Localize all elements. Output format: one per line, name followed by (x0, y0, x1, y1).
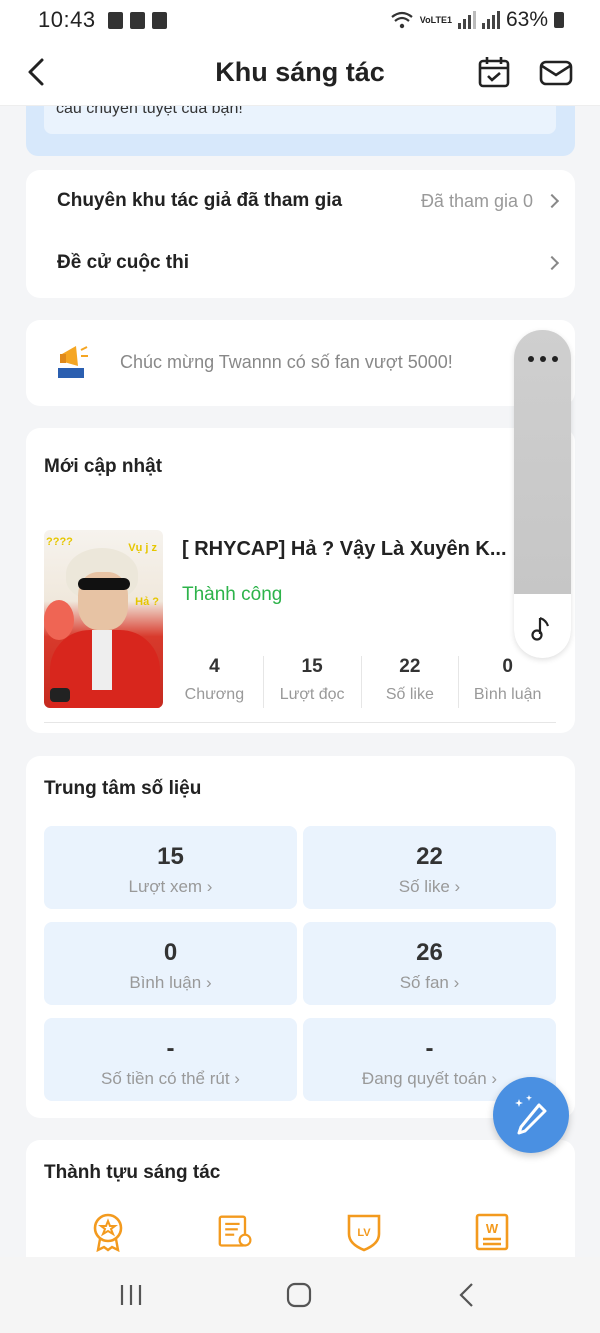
author-menu-card: Chuyên khu tác giả đã tham gia Đã tham g… (26, 170, 575, 298)
cover-text-b: Vụ j z (128, 542, 157, 554)
tile-value: - (166, 1035, 175, 1062)
volte-icon: VoLTE1 (419, 14, 452, 25)
achievements-title: Thành tựu sáng tác (44, 1162, 221, 1183)
contest-label: Đề cử cuộc thi (57, 252, 190, 273)
medal-icon[interactable] (90, 1212, 126, 1252)
tile-label: Số like › (398, 877, 461, 896)
cover-glasses (78, 578, 130, 590)
system-nav-bar (0, 1257, 600, 1333)
stat-label: Bình luận (473, 686, 542, 703)
tile-label: Lượt xem › (128, 877, 213, 896)
book-status: Thành công (182, 584, 283, 605)
cover-text-c: Hả ? (135, 596, 159, 608)
tile-value: 15 (157, 843, 184, 870)
stat-value: 4 (209, 656, 220, 677)
stat-likes: 22 Số like (362, 656, 460, 708)
calendar-check-icon[interactable] (476, 54, 512, 90)
app-header: Khu sáng tác (0, 40, 600, 106)
svg-text:LV: LV (357, 1227, 371, 1239)
book-cover[interactable]: ???? Vụ j z Hả ? (44, 530, 163, 708)
page-title: Khu sáng tác (215, 57, 385, 87)
battery-icon (554, 12, 564, 28)
banner-text: cau chuyen tuyệt của bạn! (56, 106, 243, 117)
data-center-card: Trung tâm số liệu 15 Lượt xem › 22 Số li… (26, 756, 575, 1118)
word-count-icon[interactable]: W (474, 1212, 510, 1252)
more-options-icon[interactable] (528, 356, 558, 362)
stat-chapters: 4 Chương (166, 656, 264, 708)
tile-label: Bình luận › (129, 973, 212, 992)
status-time: 10:43 (38, 7, 96, 32)
stat-value: 0 (502, 656, 513, 677)
book-stats: 4 Chương 15 Lượt đọc 22 Số like 0 Bình l… (166, 656, 556, 708)
stat-value: 15 (301, 656, 323, 677)
tile-label: Số fan › (399, 973, 460, 992)
calendar-notification-icon (151, 11, 167, 29)
banner-text-box: cau chuyen tuyệt của bạn! (44, 106, 556, 134)
music-note-icon (531, 616, 550, 641)
sim-card-icon (129, 11, 145, 29)
tile-value: 22 (416, 843, 443, 870)
cover-text-a: ???? (46, 536, 73, 548)
cover-ball (44, 600, 74, 640)
stat-comments: 0 Bình luận (459, 656, 556, 708)
checkbox-notification-icon (107, 11, 123, 29)
stat-value: 22 (399, 656, 421, 677)
stat-label: Chương (184, 686, 245, 703)
tile-withdrawable[interactable]: - Số tiền có thể rút › (44, 1018, 297, 1101)
tile-views[interactable]: 15 Lượt xem › (44, 826, 297, 909)
recent-update-card: Mới cập nhật H ???? Vụ j z Hả ? [ RHYCAP… (26, 428, 575, 733)
back-icon[interactable] (22, 54, 52, 90)
info-banner: cau chuyen tuyệt của bạn! (26, 106, 575, 156)
divider (44, 722, 556, 723)
system-back-icon[interactable] (456, 1281, 478, 1309)
signal-icon-2 (481, 11, 500, 29)
chevron-right-icon (544, 193, 560, 209)
signal-icon-1 (457, 11, 476, 29)
tile-value: - (425, 1035, 434, 1062)
svg-text:W: W (486, 1221, 499, 1236)
tile-comments[interactable]: 0 Bình luận › (44, 922, 297, 1005)
notice-text: Chúc mừng Twannn có số fan vượt 5000! (120, 352, 453, 372)
contest-row[interactable]: Đề cử cuộc thi (57, 250, 560, 276)
wifi-icon (391, 11, 413, 29)
music-button[interactable] (514, 594, 571, 658)
status-right: VoLTE1 63% (390, 8, 564, 32)
notification-icons (107, 11, 167, 29)
stat-reads: 15 Lượt đọc (264, 656, 362, 708)
battery-percent: 63% (505, 8, 548, 31)
mail-icon[interactable] (538, 56, 574, 90)
megaphone-icon (58, 346, 88, 378)
write-fab-button[interactable] (493, 1077, 569, 1153)
floating-tool-panel[interactable] (514, 330, 571, 658)
level-icon[interactable]: LV (346, 1212, 382, 1252)
recent-apps-icon[interactable] (118, 1282, 144, 1308)
status-bar: 10:43 VoLTE1 63% (0, 0, 600, 40)
chat-badge-icon (50, 688, 70, 702)
book-title[interactable]: [ RHYCAP] Hả ? Vậy Là Xuyên K... (182, 538, 507, 561)
joined-zone-label: Chuyên khu tác giả đã tham gia (57, 190, 343, 211)
stat-label: Lượt đọc (279, 686, 345, 703)
joined-zone-row[interactable]: Chuyên khu tác giả đã tham gia Đã tham g… (57, 188, 560, 214)
certificate-icon[interactable] (218, 1212, 254, 1252)
data-center-title: Trung tâm số liệu (44, 778, 202, 799)
notice-card[interactable]: Chúc mừng Twannn có số fan vượt 5000! (26, 320, 575, 406)
tile-value: 0 (163, 939, 178, 966)
stat-label: Số like (385, 686, 434, 703)
tile-fans[interactable]: 26 Số fan › (303, 922, 556, 1005)
tile-label: Số tiền có thể rút › (101, 1069, 240, 1088)
cover-shirt (92, 630, 112, 690)
joined-zone-value: Đã tham gia 0 (420, 190, 533, 211)
tile-value: 26 (416, 939, 443, 966)
magic-pen-icon (515, 1095, 547, 1135)
home-icon[interactable] (286, 1282, 312, 1308)
recent-section-title: Mới cập nhật (44, 456, 163, 477)
tile-likes[interactable]: 22 Số like › (303, 826, 556, 909)
chevron-right-icon (544, 255, 560, 271)
